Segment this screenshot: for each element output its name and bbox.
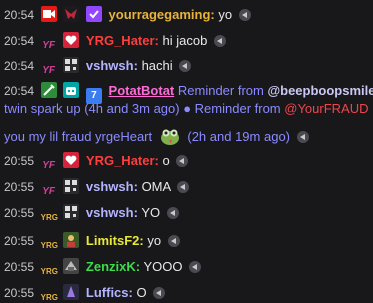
username[interactable]: vshwsh:	[86, 179, 138, 194]
yrg-team-badge-icon[interactable]: YF	[41, 184, 57, 200]
username[interactable]: YRG_Hater:	[86, 33, 159, 48]
reminder-text: twin spark up (4h and 3m ago) ● Reminder…	[4, 101, 285, 116]
chat-message: 20:55 YF YRG_Hater: o	[4, 151, 189, 174]
timestamp: 20:54	[4, 8, 35, 22]
heart-badge-icon[interactable]	[63, 152, 80, 168]
message-text: hachi	[141, 58, 173, 73]
chat-message: 20:54 7 PotatBotat Reminder from @beepbo…	[4, 81, 373, 104]
timestamp: 20:54	[4, 59, 35, 73]
timestamp: 20:55	[4, 234, 35, 248]
timestamp: 20:55	[4, 260, 35, 274]
reply-icon[interactable]	[176, 155, 189, 167]
yrg-team-badge-icon[interactable]: YF	[41, 38, 57, 54]
message-text: YOOO	[143, 259, 183, 274]
message-text: YO	[141, 205, 161, 220]
mention[interactable]: @beepboopsmile	[267, 83, 373, 98]
time-ago: (2h and 19m ago)	[187, 129, 290, 144]
reply-icon[interactable]	[177, 181, 190, 193]
username[interactable]: ZenzixK:	[86, 259, 140, 274]
reply-icon[interactable]	[153, 287, 166, 299]
chat-message: 20:55 YRG Luffics: O	[4, 283, 166, 303]
chat-panel: 20:54 yourragegaming: yo 20:54 YF YRG_Ha…	[0, 0, 373, 303]
reply-icon[interactable]	[296, 131, 309, 143]
timestamp: 20:55	[4, 180, 35, 194]
chat-message: 20:54 YF YRG_Hater: hi jacob	[4, 31, 226, 51]
timestamp: 20:55	[4, 154, 35, 168]
chat-message-continuation: twin spark up (4h and 3m ago) ● Reminder…	[4, 99, 369, 119]
username[interactable]: vshwsh:	[86, 205, 138, 220]
chat-message: 20:54 YF vshwsh: hachi	[4, 56, 192, 79]
chat-message-continuation: you my lil fraud yrgeHeart (2h and 19m a…	[4, 125, 309, 145]
username[interactable]: yourragegaming:	[109, 7, 215, 22]
chat-message: 20:55 YRG ZenzixK: YOOO	[4, 257, 202, 280]
chat-message: 20:54 yourragegaming: yo	[4, 5, 251, 25]
bot-badge-icon[interactable]	[63, 82, 80, 98]
avatar-badge-icon[interactable]	[63, 258, 80, 274]
yrg-small-badge-icon[interactable]: YRG	[41, 238, 58, 254]
username[interactable]: LimitsF2:	[86, 233, 144, 248]
reply-icon[interactable]	[166, 207, 179, 219]
heart-badge-icon[interactable]	[63, 32, 80, 48]
avatar-badge-icon[interactable]	[63, 232, 80, 248]
message-text: hi jacob	[162, 33, 208, 48]
reply-icon[interactable]	[179, 60, 192, 72]
qr-badge-icon[interactable]	[63, 204, 80, 220]
sword-badge-icon[interactable]	[40, 82, 57, 98]
reply-icon[interactable]	[167, 235, 180, 247]
yrgeheart-emote-icon[interactable]	[159, 125, 181, 147]
message-text: yo	[147, 233, 162, 248]
timestamp: 20:54	[4, 84, 35, 98]
chat-message: 20:55 YF vshwsh: OMA	[4, 177, 190, 200]
message-text: o	[162, 153, 170, 168]
message-text: O	[136, 285, 147, 300]
yrg-small-badge-icon[interactable]: YRG	[41, 210, 58, 226]
reminder-text: you my lil fraud yrgeHeart	[4, 129, 153, 144]
username[interactable]: Luffics:	[86, 285, 133, 300]
username[interactable]: PotatBotat	[109, 83, 175, 98]
chat-message: 20:55 YRG vshwsh: YO	[4, 203, 179, 223]
chat-message: 20:55 YRG LimitsF2: yo	[4, 231, 180, 251]
qr-badge-icon[interactable]	[63, 57, 80, 73]
username[interactable]: YRG_Hater:	[86, 153, 159, 168]
timestamp: 20:55	[4, 286, 35, 300]
mention[interactable]: @YourFRAUD	[284, 101, 368, 116]
live-badge-icon[interactable]	[40, 6, 57, 22]
reply-icon[interactable]	[213, 35, 226, 47]
avatar-badge-icon[interactable]	[63, 284, 80, 300]
reminder-text: Reminder from	[177, 83, 268, 98]
ysf-badge-icon[interactable]	[63, 6, 80, 22]
yrg-team-badge-icon[interactable]: YF	[41, 63, 57, 79]
reply-icon[interactable]	[189, 261, 202, 273]
qr-badge-icon[interactable]	[63, 178, 80, 194]
message-text: yo	[218, 7, 233, 22]
reply-icon[interactable]	[238, 9, 251, 21]
subscriber-badge-icon[interactable]	[85, 6, 102, 22]
yrg-small-badge-icon[interactable]: YRG	[41, 264, 58, 280]
yrg-small-badge-icon[interactable]: YRG	[41, 290, 58, 303]
message-text: OMA	[141, 179, 171, 194]
timestamp: 20:54	[4, 34, 35, 48]
timestamp: 20:55	[4, 206, 35, 220]
username[interactable]: vshwsh:	[86, 58, 138, 73]
yrg-team-badge-icon[interactable]: YF	[41, 158, 57, 174]
